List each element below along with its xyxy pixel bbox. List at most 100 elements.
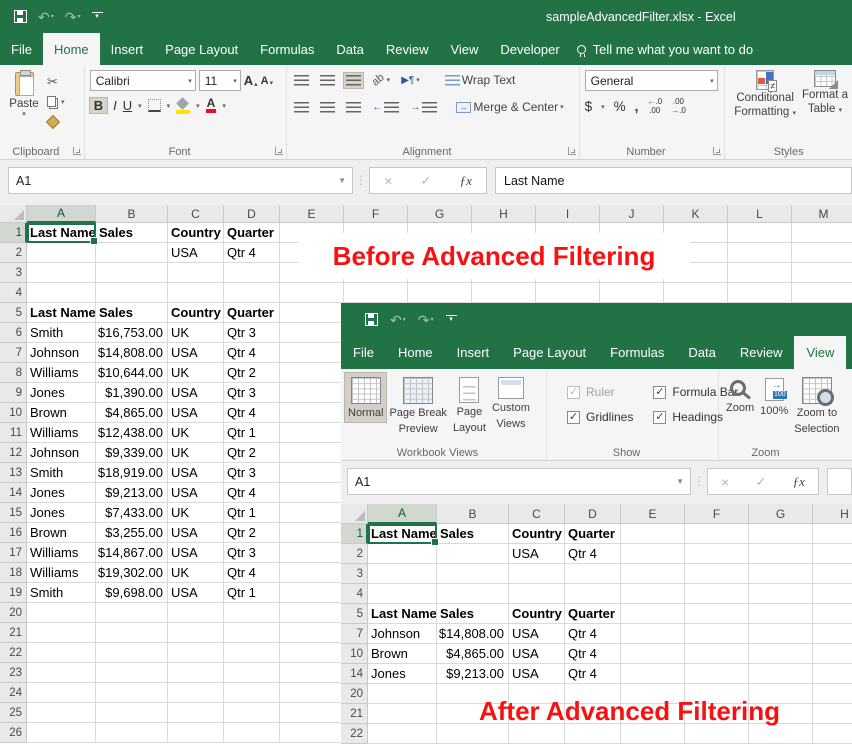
cell-C7[interactable]: USA — [509, 624, 565, 644]
col-header-H[interactable]: H — [813, 504, 852, 524]
cell-E23[interactable] — [280, 663, 344, 683]
row-header-10[interactable]: 10 — [341, 644, 368, 664]
cell-B1[interactable]: Sales — [437, 524, 509, 544]
cell-B22[interactable] — [96, 643, 168, 663]
cell-D20[interactable] — [224, 603, 280, 623]
inset-cancel-entry-icon[interactable]: × — [721, 474, 729, 490]
inset-save-icon[interactable] — [365, 313, 378, 326]
cell-G4[interactable] — [408, 283, 472, 303]
cell-B18[interactable]: $19,302.00 — [96, 563, 168, 583]
number-format-combobox[interactable]: General▾ — [585, 70, 718, 91]
cell-D22[interactable] — [565, 724, 621, 744]
cell-H21[interactable] — [813, 704, 852, 724]
cell-K4[interactable] — [664, 283, 728, 303]
cell-D18[interactable]: Qtr 4 — [224, 563, 280, 583]
cell-F10[interactable] — [685, 644, 749, 664]
cell-A5[interactable]: Last Name — [27, 303, 96, 323]
cell-B12[interactable]: $9,339.00 — [96, 443, 168, 463]
formula-bar-input[interactable]: Last Name — [495, 167, 852, 194]
cell-H22[interactable] — [813, 724, 852, 744]
align-left-button[interactable] — [292, 100, 311, 115]
cell-E21[interactable] — [280, 623, 344, 643]
cell-G14[interactable] — [749, 664, 813, 684]
cell-C20[interactable] — [168, 603, 224, 623]
fill-color-icon[interactable] — [176, 99, 190, 113]
inset-confirm-entry-icon[interactable]: ✓ — [755, 474, 766, 490]
align-top-button[interactable] — [292, 73, 311, 88]
align-center-button[interactable] — [318, 100, 337, 115]
inset-customize-qat-icon[interactable]: ▾ — [446, 315, 457, 324]
undo-button[interactable]: ↶▾ — [38, 10, 54, 24]
cell-D5[interactable]: Quarter — [224, 303, 280, 323]
cell-D1[interactable]: Quarter — [224, 223, 280, 243]
align-right-button[interactable] — [344, 100, 363, 115]
cell-F4[interactable] — [344, 283, 408, 303]
col-header-L[interactable]: L — [728, 205, 792, 223]
inset-redo-button[interactable]: ↷▾ — [418, 313, 434, 327]
copy-button[interactable]: ▾ — [47, 93, 65, 110]
cell-D8[interactable]: Qtr 2 — [224, 363, 280, 383]
cell-E5[interactable] — [280, 303, 344, 323]
cell-B2[interactable] — [96, 243, 168, 263]
cell-C8[interactable]: UK — [168, 363, 224, 383]
cell-H10[interactable] — [813, 644, 852, 664]
cell-A19[interactable]: Smith — [27, 583, 96, 603]
cell-A3[interactable] — [368, 564, 437, 584]
cell-C17[interactable]: USA — [168, 543, 224, 563]
inset-name-box-dropdown-icon[interactable]: ▼ — [676, 469, 684, 494]
cell-B14[interactable]: $9,213.00 — [437, 664, 509, 684]
cell-B19[interactable]: $9,698.00 — [96, 583, 168, 603]
cell-B17[interactable]: $14,867.00 — [96, 543, 168, 563]
row-header-14[interactable]: 14 — [341, 664, 368, 684]
row-header-18[interactable]: 18 — [0, 563, 27, 583]
cell-A23[interactable] — [27, 663, 96, 683]
cell-A6[interactable]: Smith — [27, 323, 96, 343]
name-box-dropdown-icon[interactable]: ▼ — [338, 168, 346, 193]
cell-D16[interactable]: Qtr 2 — [224, 523, 280, 543]
row-header-4[interactable]: 4 — [341, 584, 368, 604]
cell-G22[interactable] — [749, 724, 813, 744]
cell-C26[interactable] — [168, 723, 224, 743]
cell-D19[interactable]: Qtr 1 — [224, 583, 280, 603]
cell-C11[interactable]: UK — [168, 423, 224, 443]
font-dialog-launcher[interactable] — [275, 147, 283, 155]
cell-G1[interactable] — [749, 524, 813, 544]
cell-A10[interactable]: Brown — [27, 403, 96, 423]
cell-D3[interactable] — [565, 564, 621, 584]
row-header-20[interactable]: 20 — [341, 684, 368, 704]
cell-F4[interactable] — [685, 584, 749, 604]
cell-C1[interactable]: Country — [509, 524, 565, 544]
cell-E10[interactable] — [621, 644, 685, 664]
select-all-corner[interactable] — [341, 504, 368, 524]
cell-A12[interactable]: Johnson — [27, 443, 96, 463]
cell-A16[interactable]: Brown — [27, 523, 96, 543]
cell-D10[interactable]: Qtr 4 — [224, 403, 280, 423]
cell-A22[interactable] — [368, 724, 437, 744]
tab-review[interactable]: Review — [375, 33, 440, 65]
cell-B11[interactable]: $12,438.00 — [96, 423, 168, 443]
number-dialog-launcher[interactable] — [713, 147, 721, 155]
cell-C13[interactable]: USA — [168, 463, 224, 483]
percent-style-button[interactable]: % — [614, 99, 626, 114]
cell-B2[interactable] — [437, 544, 509, 564]
cell-M3[interactable] — [792, 263, 852, 283]
cell-C22[interactable] — [509, 724, 565, 744]
tab-home[interactable]: Home — [43, 33, 100, 65]
comma-style-button[interactable]: , — [635, 99, 639, 114]
cell-C22[interactable] — [168, 643, 224, 663]
cell-A10[interactable]: Brown — [368, 644, 437, 664]
cell-G5[interactable] — [749, 604, 813, 624]
col-header-H[interactable]: H — [472, 205, 536, 223]
cell-B7[interactable]: $14,808.00 — [96, 343, 168, 363]
clipboard-dialog-launcher[interactable] — [73, 147, 81, 155]
cell-H20[interactable] — [813, 684, 852, 704]
col-header-F[interactable]: F — [685, 504, 749, 524]
row-header-17[interactable]: 17 — [0, 543, 27, 563]
cell-C3[interactable] — [168, 263, 224, 283]
conditional-formatting-button[interactable]: Conditional Formatting ▾ — [734, 70, 796, 120]
cell-E19[interactable] — [280, 583, 344, 603]
row-header-7[interactable]: 7 — [341, 624, 368, 644]
col-header-G[interactable]: G — [408, 205, 472, 223]
inset-name-box[interactable]: A1▼ — [347, 468, 691, 495]
cell-C2[interactable]: USA — [168, 243, 224, 263]
